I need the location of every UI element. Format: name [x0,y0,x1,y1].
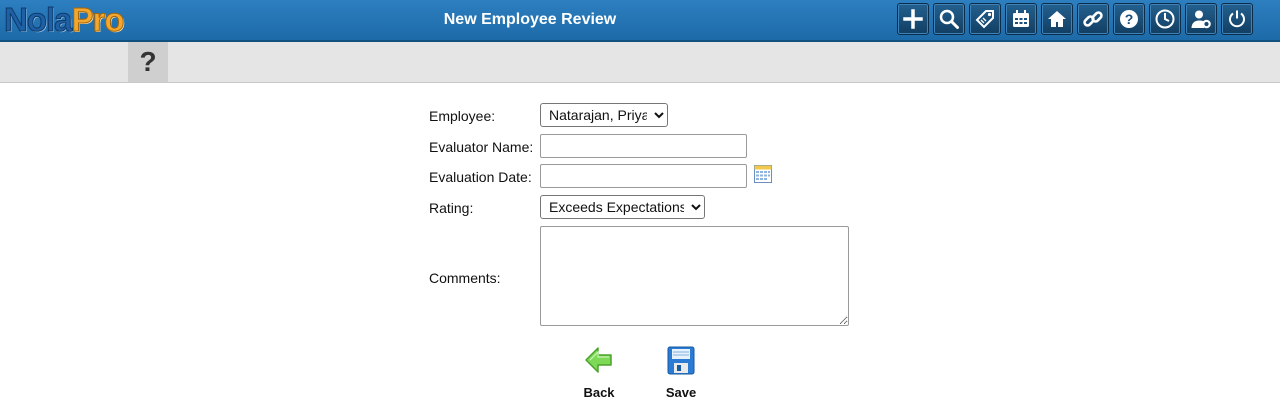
tag-icon[interactable] [969,3,1001,35]
sub-toolbar: ? [0,42,1280,83]
link-icon[interactable] [1077,3,1109,35]
power-icon[interactable] [1221,3,1253,35]
toolbar-icons: ? [897,3,1253,35]
top-bar: NolaPro New Employee Review ? [0,0,1280,42]
calendar-icon[interactable] [1005,3,1037,35]
nolapro-logo[interactable]: NolaPro [4,1,126,39]
help-button[interactable]: ? [128,42,168,82]
home-icon[interactable] [1041,3,1073,35]
back-label: Back [583,385,615,400]
save-button[interactable]: Save [651,344,711,400]
calendar-picker-icon[interactable] [754,165,772,183]
employee-select[interactable]: Natarajan, Priya [540,103,668,127]
evaluation-date-input[interactable] [540,164,747,188]
employee-label: Employee: [429,108,496,124]
evaluator-name-label: Evaluator Name: [429,139,534,155]
back-button[interactable]: Back [569,344,629,400]
evaluator-name-input[interactable] [540,134,747,158]
plus-icon[interactable] [897,3,929,35]
clock-icon[interactable] [1149,3,1181,35]
help-icon[interactable]: ? [1113,3,1145,35]
rating-label: Rating: [429,200,474,216]
evaluation-date-label: Evaluation Date: [429,169,532,185]
search-icon[interactable] [933,3,965,35]
rating-select[interactable]: Exceeds Expectations [540,195,705,219]
comments-textarea[interactable] [540,226,849,326]
comments-label: Comments: [429,270,501,286]
back-arrow-icon [585,347,612,373]
page-title: New Employee Review [443,11,617,28]
save-label: Save [665,385,697,400]
save-disk-icon [667,346,695,375]
svg-text:?: ? [1125,11,1134,27]
user-settings-icon[interactable] [1185,3,1217,35]
